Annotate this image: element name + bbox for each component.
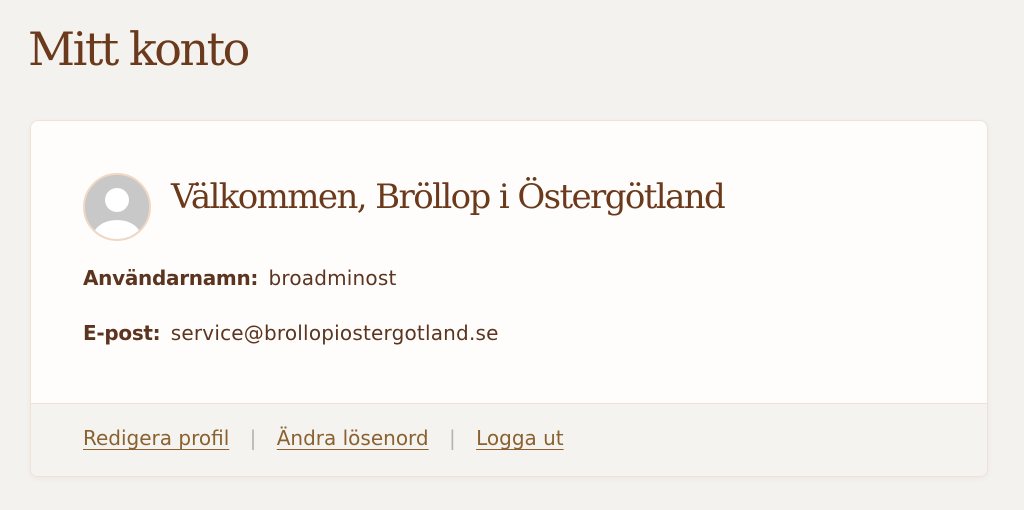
welcome-heading: Välkommen, Bröllop i Östergötland [171, 177, 726, 217]
account-card: Välkommen, Bröllop i Östergötland Använd… [30, 120, 988, 477]
username-row: Användarnamn: broadminost [83, 266, 397, 290]
avatar [83, 173, 151, 241]
email-label: E-post: [83, 321, 161, 345]
edit-profile-link[interactable]: Redigera profil [83, 426, 229, 450]
account-actions: Redigera profil | Ändra lösenord | Logga… [83, 426, 564, 450]
default-user-avatar-icon [85, 175, 149, 239]
email-row: E-post: service@brollopiostergotland.se [83, 321, 499, 345]
link-separator: | [249, 426, 257, 450]
link-separator: | [448, 426, 456, 450]
account-card-body: Välkommen, Bröllop i Östergötland Använd… [31, 121, 987, 407]
logout-link[interactable]: Logga ut [476, 426, 564, 450]
username-value: broadminost [268, 266, 397, 290]
page-title: Mitt konto [28, 22, 250, 76]
account-card-footer: Redigera profil | Ändra lösenord | Logga… [31, 403, 987, 476]
username-label: Användarnamn: [83, 266, 259, 290]
change-password-link[interactable]: Ändra lösenord [277, 426, 429, 450]
email-value: service@brollopiostergotland.se [170, 321, 499, 345]
